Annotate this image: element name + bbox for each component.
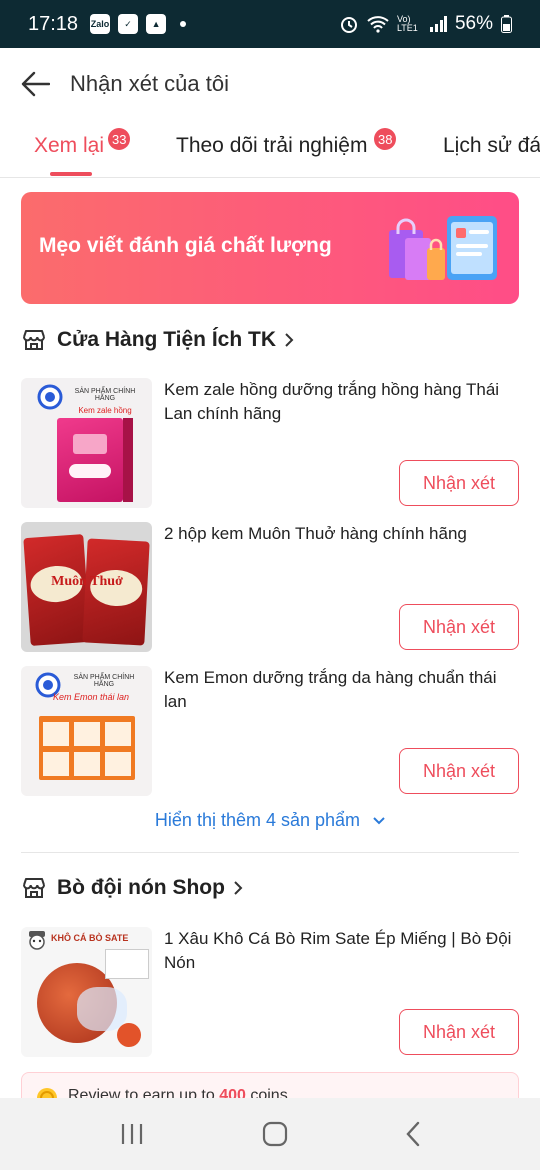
home-icon[interactable] bbox=[262, 1121, 288, 1147]
product-box-right bbox=[82, 538, 150, 646]
tab-experience-badge: 38 bbox=[374, 128, 397, 150]
tab-review-label: Xem lại bbox=[34, 134, 105, 157]
product-thumbnail[interactable]: KHÔ CÁ BÒ SATE bbox=[21, 927, 152, 1057]
show-more-label: Hiển thị thêm 4 sản phẩm bbox=[154, 810, 361, 830]
status-time: 17:18 bbox=[28, 12, 79, 35]
product-item: SẢN PHẨM CHÍNH HÃNG Kem zale hồng Kem za… bbox=[21, 378, 519, 508]
review-button[interactable]: Nhận xét bbox=[399, 460, 519, 506]
tab-bar: Xem lại 33 Theo dõi trải nghiệm 38 Lịch … bbox=[0, 120, 540, 178]
shop-header[interactable]: Cửa Hàng Tiện Ích TK bbox=[21, 320, 294, 360]
tab-experience-label: Theo dõi trải nghiệm bbox=[176, 134, 368, 157]
shop-header[interactable]: Bò đội nón Shop bbox=[21, 868, 243, 908]
product-package-image bbox=[57, 418, 123, 502]
status-bar: 17:18 Zalo ✓ ▲ Vo) LTE1 56% bbox=[0, 0, 540, 48]
product-name: 1 Xâu Khô Cá Bò Rim Sate Ép Miếng | Bò Đ… bbox=[164, 929, 512, 972]
alarm-icon bbox=[340, 17, 357, 33]
product-item: Muôn Thuở 2 hộp kem Muôn Thuở hàng chính… bbox=[21, 522, 519, 652]
tab-review[interactable]: Xem lại 33 bbox=[34, 128, 131, 158]
chevron-right-icon bbox=[234, 881, 243, 895]
product-item: SẢN PHẨM CHÍNH HÃNG Kem Emon thái lan Ke… bbox=[21, 666, 519, 796]
shop-name: Bò đội nón Shop bbox=[57, 876, 225, 899]
section-divider bbox=[21, 852, 519, 853]
tab-history-label: Lịch sử đá bbox=[443, 134, 540, 157]
chevron-right-icon bbox=[285, 333, 294, 347]
tab-experience[interactable]: Theo dõi trải nghiệm 38 bbox=[176, 128, 397, 158]
thumb-subtitle: Kem zale hồng bbox=[78, 406, 132, 415]
tab-history[interactable]: Lịch sử đá bbox=[443, 134, 540, 158]
product-name: Kem Emon dưỡng trắng da hàng chuẩn thái … bbox=[164, 668, 497, 711]
chevron-down-icon bbox=[373, 817, 385, 825]
app-bar: Nhận xét của tôi bbox=[0, 48, 540, 120]
tips-banner-text: Mẹo viết đánh giá chất lượng bbox=[39, 234, 332, 257]
lte-label: Vo) LTE1 bbox=[396, 14, 418, 33]
signal-icon bbox=[429, 16, 447, 32]
product-boxes-image bbox=[39, 716, 135, 780]
shop-name: Cửa Hàng Tiện Ích TK bbox=[57, 328, 277, 351]
thumb-title: KHÔ CÁ BÒ SATE bbox=[51, 933, 129, 943]
back-nav-icon[interactable] bbox=[405, 1121, 421, 1147]
review-button[interactable]: Nhận xét bbox=[399, 1009, 519, 1055]
thumb-subtitle: Kem Emon thái lan bbox=[52, 692, 130, 702]
zalo-icon: Zalo bbox=[90, 14, 111, 34]
wifi-icon bbox=[367, 16, 389, 33]
back-arrow-icon bbox=[21, 71, 50, 97]
product-thumbnail[interactable]: Muôn Thuở bbox=[21, 522, 152, 652]
recent-apps-icon[interactable] bbox=[119, 1122, 145, 1146]
back-button[interactable] bbox=[0, 48, 70, 120]
product-thumbnail[interactable]: SẢN PHẨM CHÍNH HÃNG Kem zale hồng bbox=[21, 378, 152, 508]
page-title: Nhận xét của tôi bbox=[70, 71, 229, 96]
gallery-icon: ▲ bbox=[146, 14, 167, 34]
product-name: 2 hộp kem Muôn Thuở hàng chính hãng bbox=[164, 524, 467, 543]
store-icon bbox=[23, 878, 45, 898]
review-button[interactable]: Nhận xét bbox=[399, 604, 519, 650]
genuine-seal-icon bbox=[37, 384, 63, 410]
tab-active-indicator bbox=[50, 172, 92, 176]
tab-review-badge: 33 bbox=[108, 128, 131, 150]
battery-icon bbox=[501, 15, 512, 33]
notification-dot-icon bbox=[180, 21, 187, 27]
product-thumbnail[interactable]: SẢN PHẨM CHÍNH HÃNG Kem Emon thái lan bbox=[21, 666, 152, 796]
store-icon bbox=[23, 330, 45, 350]
tips-banner[interactable]: Mẹo viết đánh giá chất lượng bbox=[21, 192, 519, 304]
shop-mascot-icon bbox=[29, 931, 45, 950]
product-item: KHÔ CÁ BÒ SATE 1 Xâu Khô Cá Bò Rim Sate … bbox=[21, 927, 519, 1057]
thumb-title: SẢN PHẨM CHÍNH HÃNG bbox=[73, 674, 135, 688]
show-more-link[interactable]: Hiển thị thêm 4 sản phẩm bbox=[0, 810, 540, 831]
shopping-illustration-icon bbox=[389, 216, 497, 280]
system-nav-bar bbox=[0, 1098, 540, 1170]
thumb-title: SẢN PHẨM CHÍNH HÃNG bbox=[74, 388, 136, 402]
check-icon: ✓ bbox=[118, 14, 139, 34]
thumb-title: Muôn Thuở bbox=[51, 574, 123, 589]
review-button[interactable]: Nhận xét bbox=[399, 748, 519, 794]
battery-percent: 56% bbox=[454, 13, 493, 34]
product-box-left bbox=[23, 534, 91, 646]
product-name: Kem zale hồng dưỡng trắng hồng hàng Thái… bbox=[164, 380, 500, 423]
